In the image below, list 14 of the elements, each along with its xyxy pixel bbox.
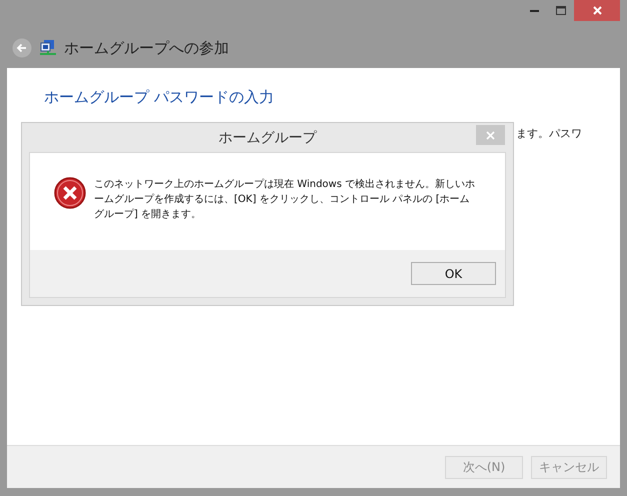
- dialog-title: ホームグループ: [218, 128, 316, 146]
- close-icon: [592, 6, 602, 15]
- page-heading: ホームグループ パスワードの入力: [44, 88, 275, 107]
- error-icon: [54, 177, 86, 209]
- back-icon[interactable]: [12, 38, 32, 58]
- window-title: ホームグループへの参加: [64, 38, 229, 58]
- minimize-icon: [530, 9, 538, 12]
- close-button[interactable]: [574, 0, 620, 21]
- ok-button[interactable]: OK: [411, 262, 496, 285]
- close-icon: [486, 130, 495, 140]
- error-message: このネットワーク上のホームグループは現在 Windows で検出されません。新しいホームグループを作成するには、[OK] をクリックし、コントロール パネルの [ホームグループ] を開きます。: [94, 178, 475, 222]
- maximize-icon: [556, 6, 566, 15]
- instruction-text: ます。パスワ: [516, 126, 582, 141]
- network-icon: [40, 40, 56, 56]
